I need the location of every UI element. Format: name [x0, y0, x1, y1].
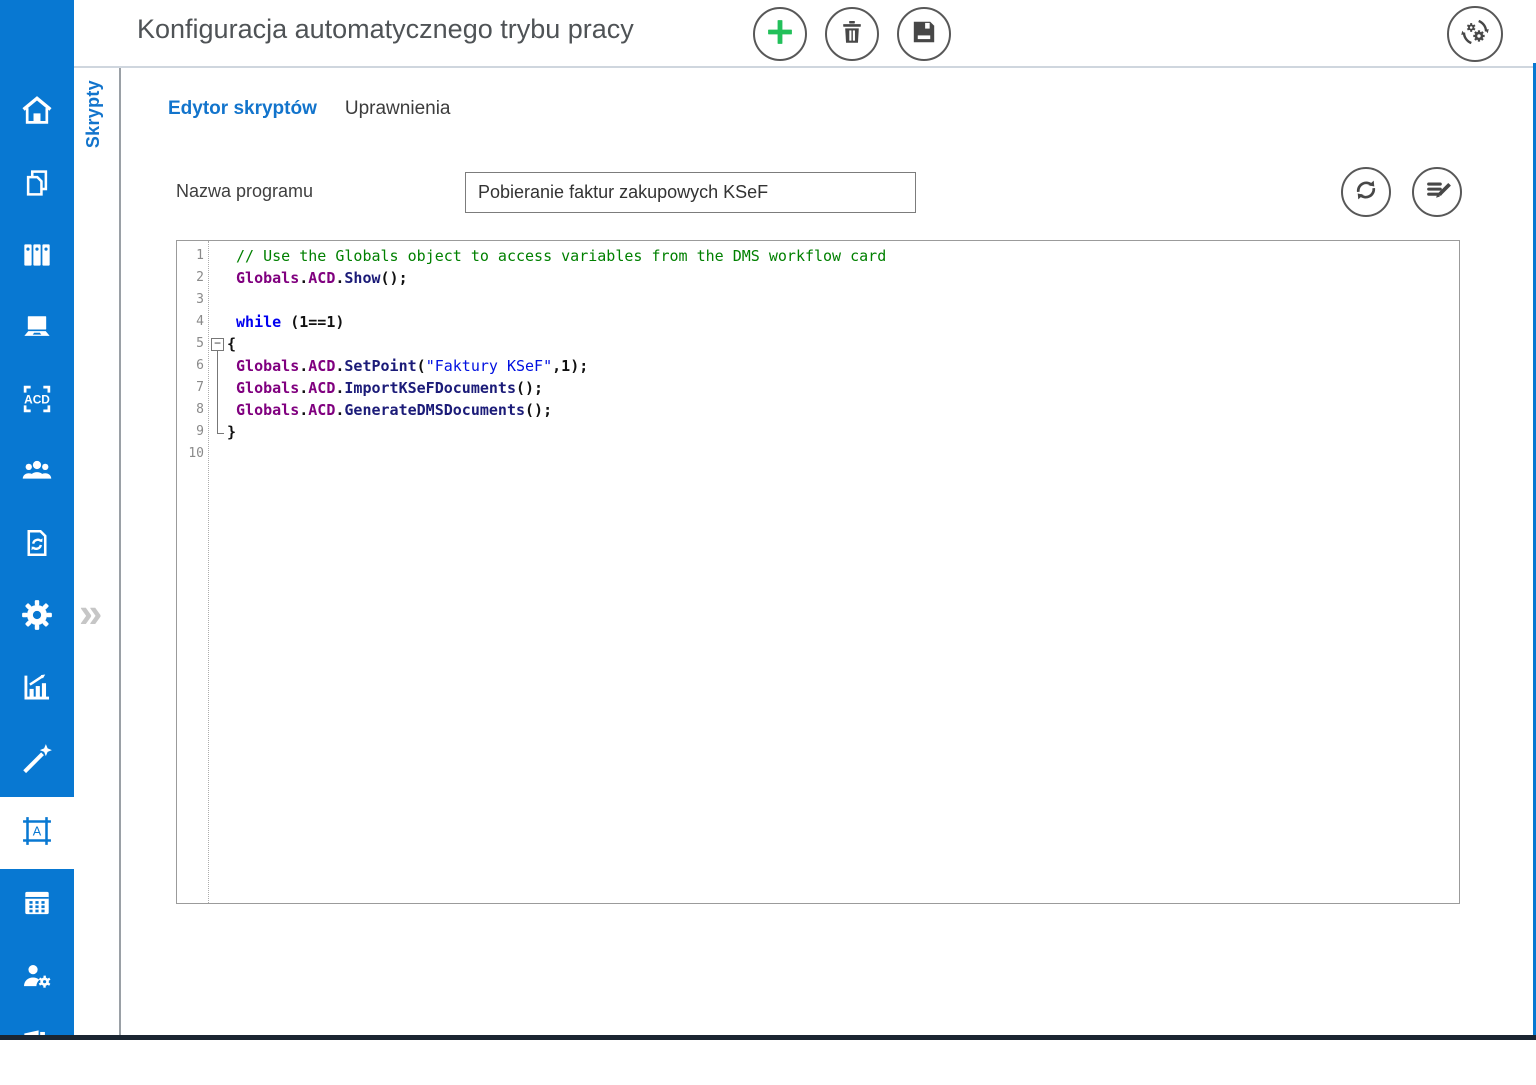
auto-mode-frame-icon: A: [18, 812, 56, 855]
documents-icon: [18, 164, 56, 207]
svg-text:A: A: [33, 824, 42, 838]
sidebar: ACD: [0, 0, 74, 1040]
acd-scan-icon: ACD: [18, 380, 56, 423]
plus-icon: [763, 15, 797, 54]
svg-text:ACD: ACD: [24, 392, 50, 406]
gears-cycle-icon: [1458, 15, 1492, 54]
tab-bar: Edytor skryptów Uprawnienia: [168, 98, 451, 120]
magic-wand-icon: [18, 740, 56, 783]
sidebar-item-binders[interactable]: [0, 221, 74, 293]
tab-uprawnienia[interactable]: Uprawnienia: [345, 98, 451, 120]
line-numbers: 12345678910: [177, 241, 209, 903]
code-lines[interactable]: // Use the Globals object to access vari…: [209, 241, 1459, 903]
sidebar-item-documents[interactable]: [0, 149, 74, 221]
edit-list-icon: [1421, 174, 1453, 211]
laptop-icon: [18, 308, 56, 351]
sidebar-item-announcement[interactable]: [0, 1013, 74, 1085]
trash-icon: [835, 15, 869, 54]
edit-script-list-button[interactable]: [1412, 167, 1462, 217]
vertical-tab-skrypty[interactable]: Skrypty: [83, 80, 104, 148]
binders-icon: [18, 236, 56, 279]
delete-button[interactable]: [825, 7, 879, 61]
add-button[interactable]: [753, 7, 807, 61]
refresh-icon: [1350, 174, 1382, 211]
main-content: Edytor skryptów Uprawnienia Nazwa progra…: [121, 68, 1533, 1035]
floppy-icon: [907, 15, 941, 54]
user-gear-icon: [18, 956, 56, 999]
sidebar-item-home[interactable]: [0, 77, 74, 149]
panel-strip: Skrypty »: [74, 68, 121, 1035]
panel-expand-chevrons-icon[interactable]: »: [79, 592, 102, 634]
header-toolbar: [753, 7, 951, 61]
tab-edytor-skryptow[interactable]: Edytor skryptów: [168, 98, 317, 120]
save-button[interactable]: [897, 7, 951, 61]
sidebar-item-calendar[interactable]: [0, 869, 74, 941]
page-title: Konfiguracja automatycznego trybu pracy: [137, 14, 634, 45]
script-editor: 12345678910 // Use the Globals object to…: [176, 240, 1460, 904]
users-icon: [18, 452, 56, 495]
sidebar-item-statistics[interactable]: [0, 653, 74, 725]
header: Konfiguracja automatycznego trybu pracy: [74, 0, 1536, 68]
calendar-icon: [18, 884, 56, 927]
chart-icon: [18, 668, 56, 711]
sidebar-item-users[interactable]: [0, 437, 74, 509]
sidebar-item-document-sync[interactable]: [0, 509, 74, 581]
refresh-button[interactable]: [1341, 167, 1391, 217]
window-bottom-border: [0, 1035, 1536, 1040]
sidebar-item-settings[interactable]: [0, 581, 74, 653]
sidebar-item-acd-scan[interactable]: ACD: [0, 365, 74, 437]
sidebar-item-laptop[interactable]: [0, 293, 74, 365]
automation-settings-button[interactable]: [1447, 6, 1503, 62]
home-icon: [18, 92, 56, 135]
sidebar-item-auto-mode[interactable]: A: [0, 797, 74, 869]
document-sync-icon: [18, 524, 56, 567]
gear-icon: [18, 596, 56, 639]
announcement-icon: [18, 1028, 56, 1071]
script-actions: [1341, 167, 1462, 217]
sidebar-item-magic-wand[interactable]: [0, 725, 74, 797]
program-name-label: Nazwa programu: [176, 181, 313, 202]
program-name-input[interactable]: [465, 172, 916, 213]
sidebar-item-user-settings[interactable]: [0, 941, 74, 1013]
